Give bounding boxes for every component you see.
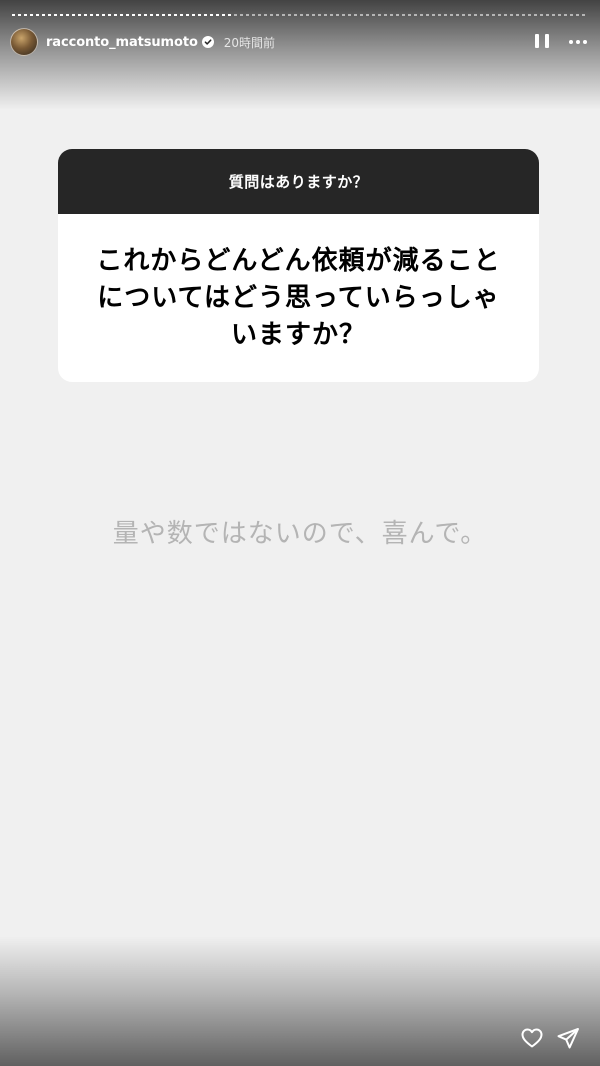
pause-icon[interactable]	[535, 34, 549, 50]
pause-bar-left	[535, 34, 539, 48]
bottom-shade	[0, 936, 600, 1066]
story-progress-fill	[12, 14, 231, 16]
story-header: racconto_matsumoto 20時間前	[10, 27, 588, 57]
more-dot	[575, 40, 580, 44]
post-time: 20時間前	[223, 35, 276, 50]
story-progress-bar	[12, 14, 588, 16]
story-viewer[interactable]: racconto_matsumoto 20時間前 質問はありますか？ これからど…	[0, 0, 600, 1066]
more-options-icon[interactable]	[567, 40, 588, 44]
heart-icon[interactable]	[520, 1026, 544, 1050]
avatar[interactable]	[10, 28, 38, 56]
question-sticker[interactable]: 質問はありますか？ これからどんどん依頼が減ることについてはどう思っていらっしゃ…	[58, 149, 539, 382]
verified-badge-icon	[201, 36, 214, 48]
question-text: これからどんどん依頼が減ることについてはどう思っていらっしゃいますか？	[96, 245, 501, 350]
pause-bar-right	[545, 34, 549, 48]
send-icon[interactable]	[556, 1026, 580, 1050]
story-actions	[520, 1026, 580, 1050]
more-dot	[582, 40, 587, 44]
more-dot	[568, 40, 573, 44]
answer-text: 量や数ではないので、喜んで。	[112, 519, 488, 549]
username[interactable]: racconto_matsumoto	[46, 35, 198, 50]
question-prompt: 質問はありますか？	[58, 149, 539, 214]
header-controls	[535, 34, 588, 50]
